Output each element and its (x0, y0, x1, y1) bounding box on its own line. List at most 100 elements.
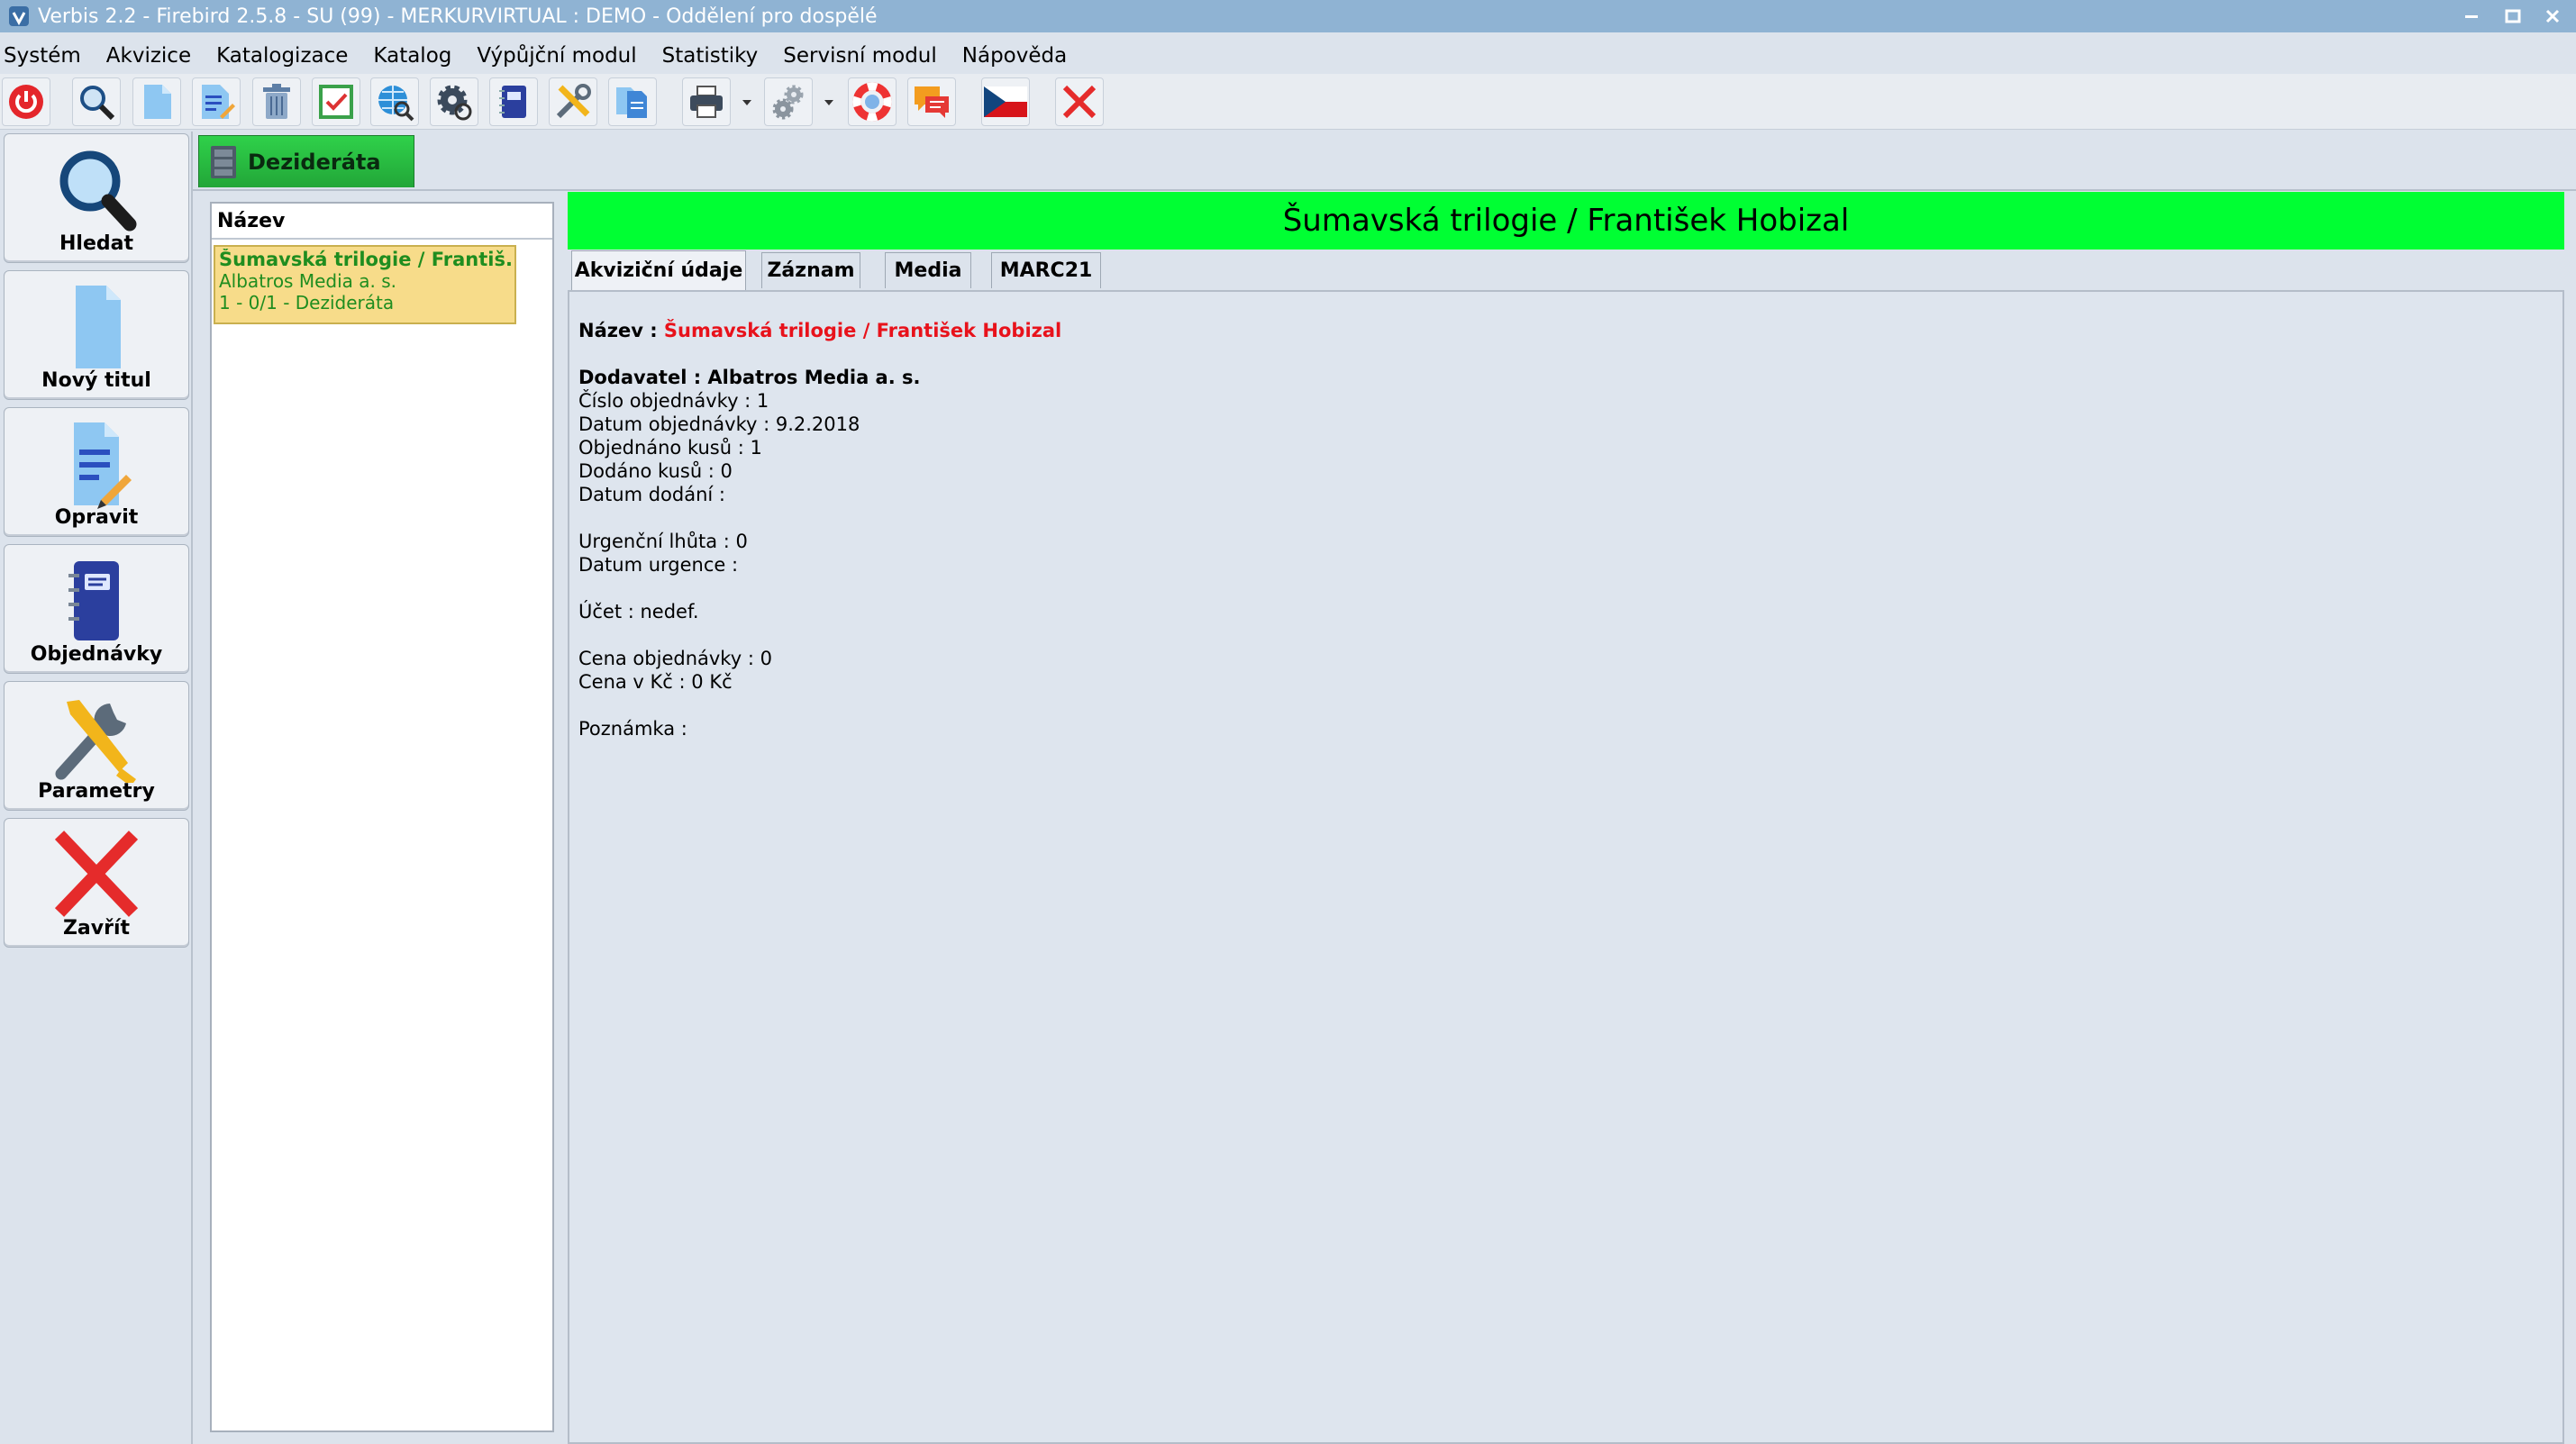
title-list-panel: Název Šumavská trilogie / Františ... Alb… (210, 202, 554, 1432)
toolbar-new-button[interactable] (132, 77, 181, 126)
notebook-icon (499, 86, 526, 118)
power-icon (9, 85, 43, 119)
toolbar-delete-button[interactable] (252, 77, 301, 126)
field-cislo-objednavky: Číslo objednávky : 1 (578, 390, 769, 412)
tab-zaznam[interactable]: Záznam (761, 252, 860, 288)
tab-divider (193, 189, 2576, 191)
hledat-button[interactable]: Hledat (4, 133, 189, 263)
gears-icon (772, 85, 804, 120)
toolbar-search-button[interactable] (72, 77, 121, 126)
novy-titul-label: Nový titul (41, 369, 151, 392)
maximize-button[interactable] (2492, 0, 2534, 32)
toolbar-close-button[interactable] (1055, 77, 1104, 126)
toolbar-web-search-button[interactable] (370, 77, 419, 126)
window-title: Verbis 2.2 - Firebird 2.5.8 - SU (99) - … (38, 5, 878, 28)
toolbar-orders-button[interactable] (489, 77, 538, 126)
toolbar-approve-button[interactable] (312, 77, 360, 126)
field-cena-v-kc: Cena v Kč : 0 Kč (578, 671, 733, 693)
menu-katalogizace[interactable]: Katalogizace (216, 44, 348, 68)
trash-icon (263, 84, 290, 119)
checkbox-icon (319, 85, 353, 119)
toolbar-parameters-button[interactable] (549, 77, 597, 126)
novy-titul-button[interactable]: Nový titul (4, 270, 189, 400)
field-dodano-kusu: Dodáno kusů : 0 (578, 460, 733, 482)
wrench-screwdriver-icon (55, 700, 136, 783)
field-ucet: Účet : nedef. (578, 601, 699, 622)
list-item-publisher: Albatros Media a. s. (219, 270, 397, 292)
toolbar-print-button[interactable] (682, 77, 731, 126)
globe-search-icon (378, 86, 414, 122)
tools-dropdown-button[interactable] (823, 94, 835, 112)
toolbar-documents-button[interactable] (608, 77, 657, 126)
new-document-icon (144, 85, 171, 119)
lifebuoy-icon (852, 82, 892, 122)
filing-cabinet-icon (211, 145, 236, 178)
field-dodavatel-text: Dodavatel : Albatros Media a. s. (578, 367, 921, 388)
menu-vypujcni-modul[interactable]: Výpůjční modul (477, 44, 636, 68)
toolbar-help-button[interactable] (848, 77, 897, 126)
list-item-title: Šumavská trilogie / Františ... (219, 249, 511, 270)
objednavky-label: Objednávky (30, 643, 163, 666)
acquisition-fields: Název : Šumavská trilogie / František Ho… (578, 319, 1061, 740)
order-book-icon (68, 561, 119, 640)
objednavky-button[interactable]: Objednávky (4, 544, 189, 674)
menu-akvizice[interactable]: Akvizice (106, 44, 191, 68)
field-datum-dodani: Datum dodání : (578, 484, 725, 505)
menu-servisni-modul[interactable]: Servisní modul (783, 44, 937, 68)
minimize-button[interactable] (2451, 0, 2492, 32)
app-logo-icon (9, 6, 29, 26)
menu-napoveda[interactable]: Nápověda (962, 44, 1067, 68)
toolbar-exit-button[interactable] (2, 77, 50, 126)
left-button-panel: Hledat Nový titul Opravit Objednávky Par… (0, 132, 193, 1444)
zavrit-button[interactable]: Zavřít (4, 818, 189, 948)
parametry-button[interactable]: Parametry (4, 681, 189, 811)
field-objednano-kusu: Objednáno kusů : 1 (578, 437, 762, 459)
tab-media[interactable]: Media (885, 252, 971, 288)
search-icon (80, 86, 115, 121)
list-header-nazev[interactable]: Název (212, 204, 552, 240)
tab-deziderata[interactable]: Dezideráta (198, 135, 414, 187)
menu-statistiky[interactable]: Statistiky (662, 44, 759, 68)
tab-marc21[interactable]: MARC21 (991, 252, 1101, 288)
title-bar: Verbis 2.2 - Firebird 2.5.8 - SU (99) - … (0, 0, 2576, 32)
opravit-button[interactable]: Opravit (4, 407, 189, 537)
new-page-icon (76, 286, 121, 368)
tools-icon (556, 84, 591, 119)
opravit-label: Opravit (54, 506, 139, 529)
list-header-label: Název (217, 209, 286, 232)
toolbar-settings-button[interactable] (430, 77, 478, 126)
field-datum-objednavky: Datum objednávky : 9.2.2018 (578, 413, 860, 435)
field-cena-objednavky: Cena objednávky : 0 (578, 648, 772, 669)
toolbar-messages-button[interactable] (907, 77, 956, 126)
printer-icon (690, 86, 723, 118)
tab-akvizicni-udaje[interactable]: Akviziční údaje (571, 250, 746, 290)
czech-flag-icon (984, 86, 1027, 117)
field-nazev-value: Šumavská trilogie / František Hobizal (663, 320, 1062, 341)
documents-icon (616, 87, 647, 118)
close-icon (2545, 9, 2560, 23)
field-datum-urgence: Datum urgence : (578, 554, 739, 576)
field-poznamka: Poznámka : (578, 718, 687, 740)
close-window-button[interactable] (2532, 0, 2573, 32)
menu-katalog[interactable]: Katalog (373, 44, 451, 68)
toolbar-language-button[interactable] (981, 77, 1030, 126)
list-item-status: 1 - 0/1 - Dezideráta (219, 292, 395, 313)
chevron-down-icon (824, 100, 833, 105)
chat-icon (915, 86, 949, 118)
edit-page-icon (74, 422, 132, 509)
toolbar-edit-button[interactable] (192, 77, 241, 126)
maximize-icon (2505, 9, 2521, 23)
red-x-icon (54, 831, 139, 917)
field-urgencni-lhuta: Urgenční lhůta : 0 (578, 531, 748, 552)
chevron-down-icon (742, 100, 751, 105)
print-dropdown-button[interactable] (741, 94, 753, 112)
close-x-icon (1062, 85, 1097, 119)
settings-gear-icon (437, 85, 472, 121)
toolbar-tools-button[interactable] (764, 77, 813, 126)
magnifier-icon (59, 150, 137, 232)
hledat-label: Hledat (59, 232, 133, 255)
menu-system[interactable]: Systém (4, 44, 81, 68)
toolbar (0, 74, 2576, 130)
list-item[interactable]: Šumavská trilogie / Františ... Albatros … (214, 245, 516, 324)
minimize-icon (2465, 15, 2478, 18)
